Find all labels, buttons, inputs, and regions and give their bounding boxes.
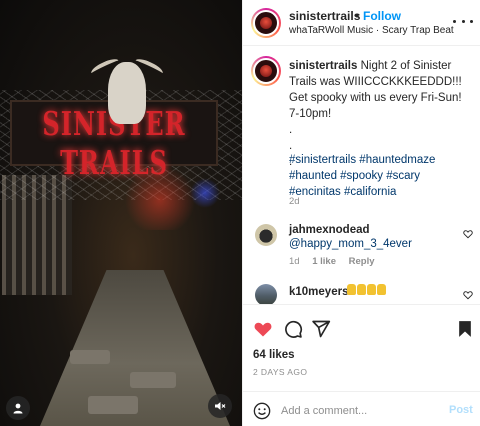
comment-text[interactable]: @happy_mom_3_4ever [289,238,412,250]
speaker-muted-icon [215,402,226,410]
raised-hands-emoji-icon [357,284,366,295]
comment-bubble-icon[interactable] [283,319,303,339]
comment-timestamp: 1d [289,256,300,267]
skull-avatar-icon [260,17,272,29]
more-options-button[interactable] [453,14,473,28]
raised-hands-emoji-icon [377,284,386,295]
like-count[interactable]: 64 likes [253,349,295,361]
stone [88,396,138,414]
animal-skull [108,62,146,124]
comment-emoji [347,284,386,295]
heart-filled-icon[interactable] [253,319,273,339]
stone [70,350,110,364]
mute-button[interactable] [208,394,232,418]
add-comment-bar: Post [243,391,480,426]
post-comment-button[interactable]: Post [449,404,473,416]
caption-avatar[interactable] [251,56,281,86]
comment-meta: 1d 1 like Reply [289,256,385,267]
post-header: sinistertrails • Follow whaTaRWoll Music… [243,0,480,46]
smiley-icon[interactable] [253,402,271,420]
comment-input[interactable] [281,402,431,420]
user-icon [13,403,23,414]
comment-username[interactable]: k10meyers [289,286,348,298]
heart-outline-icon[interactable] [463,290,473,300]
raised-hands-emoji-icon [367,284,376,295]
caption-username[interactable]: sinistertrails [289,60,357,72]
comment-likes[interactable]: 1 like [312,256,336,267]
action-bar: 64 likes 2 DAYS AGO Post [243,304,480,424]
header-username[interactable]: sinistertrails [289,9,360,23]
paper-plane-icon[interactable] [311,319,331,339]
skull-avatar-icon [260,65,272,77]
caption-timestamp: 2d [289,196,300,207]
reply-button[interactable]: Reply [349,256,375,267]
caption-hashtags[interactable]: #sinistertrails #hauntedmaze #haunted #s… [289,152,473,200]
user-tag-button[interactable] [6,396,30,420]
avatar[interactable] [251,8,281,38]
heart-outline-icon[interactable] [463,229,473,239]
audio-link[interactable]: whaTaRWoll Music · Scary Trap Beat [289,25,454,36]
more-horizontal-icon [453,19,456,23]
red-light [120,170,200,230]
post-date: 2 DAYS AGO [253,367,308,377]
bookmark-icon[interactable] [455,319,475,339]
comment-username[interactable]: jahmexnodead [289,224,370,236]
post-media[interactable]: SINISTER TRAILS [0,0,242,426]
follow-button[interactable]: Follow [363,9,401,23]
blue-light [190,178,220,208]
comment-avatar[interactable] [255,284,277,306]
separator-dot: • [355,9,360,23]
post-sidebar: sinistertrails • Follow whaTaRWoll Music… [242,0,480,426]
stone [130,372,176,388]
comment-avatar[interactable] [255,224,277,246]
raised-hands-emoji-icon [347,284,356,295]
